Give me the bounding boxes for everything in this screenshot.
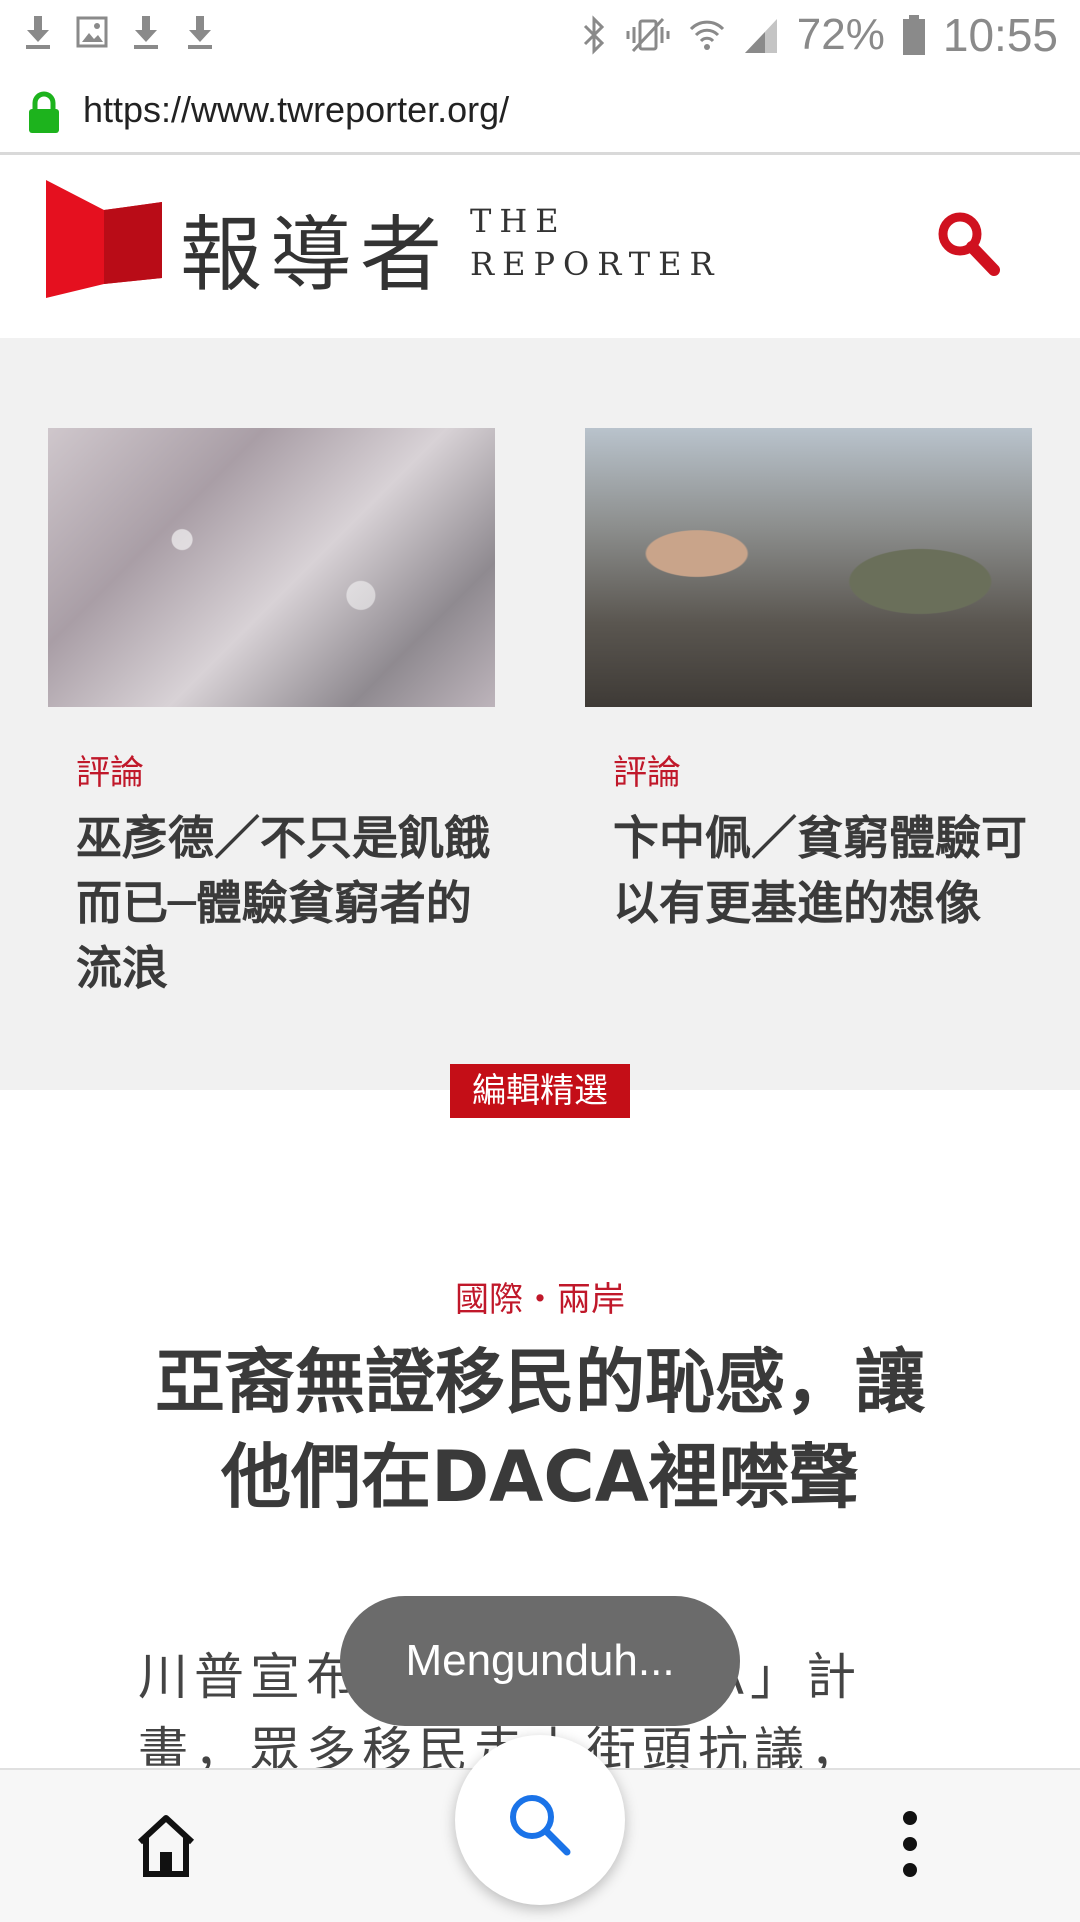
- featured-article-category[interactable]: 評論: [76, 745, 144, 794]
- image-icon: [76, 16, 108, 48]
- logo-chinese-text[interactable]: 報導者: [180, 188, 450, 307]
- battery-percent: 72%: [796, 10, 885, 59]
- download-toast: Mengunduh...: [340, 1596, 740, 1726]
- status-system-icons: 72% 10:55: [581, 8, 1058, 62]
- logo-english-line2[interactable]: REPORTER: [470, 245, 722, 283]
- featured-article-image[interactable]: [585, 428, 1032, 707]
- status-notification-icons: [22, 14, 216, 50]
- url-text[interactable]: https://www.twreporter.org/: [83, 89, 509, 131]
- main-article-category[interactable]: 國際・兩岸: [0, 1272, 1080, 1321]
- featured-article-title[interactable]: 卞中佩／貧窮體驗可以有更基進的想像: [613, 806, 1033, 936]
- reporter-logo-icon[interactable]: [46, 180, 162, 298]
- featured-article-category[interactable]: 評論: [613, 745, 681, 794]
- download-icon: [188, 16, 212, 49]
- main-article-title[interactable]: 亞裔無證移民的恥感，讓他們在DACA裡噤聲: [140, 1335, 940, 1525]
- featured-article-title[interactable]: 巫彥德／不只是飢餓而已─體驗貧窮者的流浪: [76, 806, 496, 1001]
- featured-article-image[interactable]: [48, 428, 495, 707]
- clock: 10:55: [942, 9, 1058, 61]
- search-icon[interactable]: [936, 210, 1000, 278]
- wifi-icon: [689, 20, 724, 50]
- logo-english-line1[interactable]: THE: [470, 202, 567, 240]
- editors-pick-badge: 編輯精選: [450, 1064, 630, 1118]
- more-options-icon[interactable]: [892, 1808, 928, 1880]
- download-icon: [26, 16, 50, 49]
- download-icon: [134, 16, 158, 49]
- signal-icon: [744, 19, 777, 53]
- status-bar: 72% 10:55: [0, 0, 1080, 75]
- lock-icon: [29, 91, 59, 133]
- home-icon[interactable]: [134, 1812, 198, 1878]
- bluetooth-icon: [583, 15, 604, 55]
- browser-url-bar[interactable]: https://www.twreporter.org/: [0, 75, 1080, 155]
- battery-icon: [902, 15, 925, 55]
- search-icon[interactable]: [505, 1790, 573, 1858]
- vibrate-icon: [626, 17, 670, 53]
